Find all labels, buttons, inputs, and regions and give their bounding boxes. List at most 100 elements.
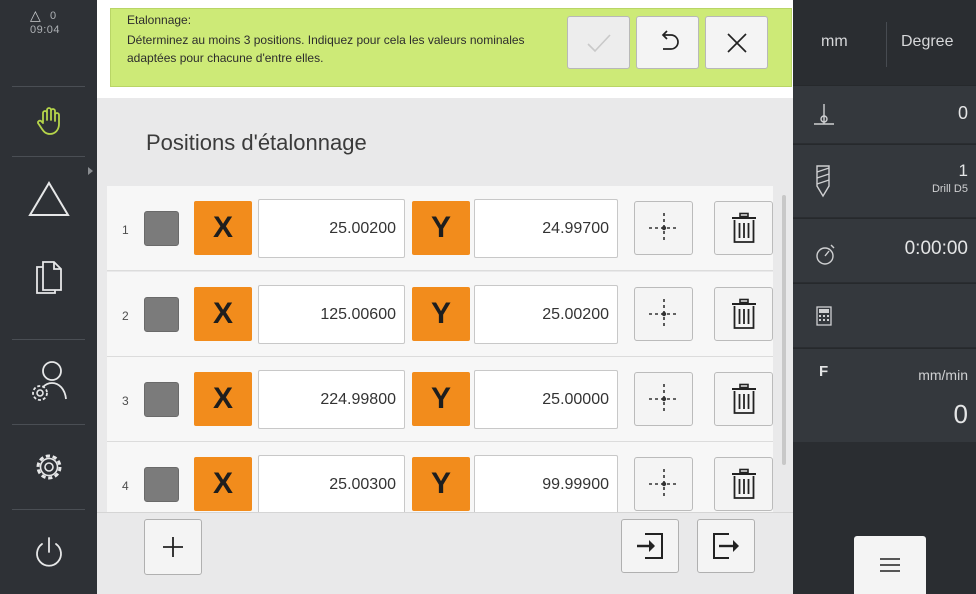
table-row: 1 X 25.00200 Y 24.99700 xyxy=(107,186,773,271)
row-checkbox[interactable] xyxy=(144,382,179,417)
capture-position-button[interactable] xyxy=(634,287,693,341)
axis-y-label: Y xyxy=(412,287,470,341)
axis-y-label: Y xyxy=(412,457,470,511)
confirm-button[interactable] xyxy=(567,16,630,69)
status-area[interactable]: △ 0 09:04 xyxy=(0,0,97,72)
bottom-toolbar xyxy=(97,512,793,594)
trash-icon xyxy=(731,383,756,414)
datum-value: 0 xyxy=(957,103,968,123)
crosshair-icon xyxy=(648,384,679,414)
delete-row-button[interactable] xyxy=(714,201,773,255)
user-settings-icon xyxy=(31,361,67,401)
delete-row-button[interactable] xyxy=(714,287,773,341)
row-number: 3 xyxy=(122,394,129,408)
unit-divider xyxy=(886,22,887,67)
stopwatch-icon xyxy=(816,244,835,265)
trash-icon xyxy=(731,298,756,329)
unit-selector[interactable]: mm Degree xyxy=(793,0,976,90)
sidebar-item-files[interactable] xyxy=(0,240,97,310)
expand-arrow-icon xyxy=(88,167,93,175)
export-icon xyxy=(713,533,739,559)
datum-row[interactable]: 0 xyxy=(793,85,976,143)
import-button[interactable] xyxy=(621,519,679,573)
axis-x-label: X xyxy=(194,201,252,255)
gear-icon xyxy=(36,454,61,480)
axis-x-label: X xyxy=(194,372,252,426)
angle-unit[interactable]: Degree xyxy=(901,33,953,51)
instruction-banner: Etalonnage: Déterminez au moins 3 positi… xyxy=(110,8,792,87)
hand-icon xyxy=(36,107,60,135)
clock-time: 09:04 xyxy=(30,24,61,36)
x-value-field[interactable]: 25.00200 xyxy=(258,199,405,258)
cancel-button[interactable] xyxy=(705,16,768,69)
status-panel: mm Degree 0 1 Drill D5 0:00:00 F mm/min … xyxy=(793,0,976,594)
table-row: 3 X 224.99800 Y 25.00000 xyxy=(107,357,773,442)
datum-icon xyxy=(814,104,834,125)
row-number: 2 xyxy=(122,309,129,323)
calculator-icon xyxy=(816,306,832,326)
instruction-message: Déterminez au moins 3 positions. Indique… xyxy=(127,33,525,65)
sidebar-item-measure[interactable] xyxy=(0,157,97,240)
x-value-field[interactable]: 224.99800 xyxy=(258,370,405,429)
power-icon xyxy=(35,537,62,567)
sidebar-item-user[interactable] xyxy=(0,340,97,424)
undo-button[interactable] xyxy=(636,16,699,69)
triangle-icon xyxy=(27,180,70,216)
drill-icon xyxy=(816,165,830,198)
row-number: 4 xyxy=(122,479,129,493)
delete-row-button[interactable] xyxy=(714,457,773,511)
delete-row-button[interactable] xyxy=(714,372,773,426)
hamburger-icon xyxy=(880,558,900,572)
crosshair-icon xyxy=(648,213,679,243)
row-checkbox[interactable] xyxy=(144,467,179,502)
crosshair-icon xyxy=(648,299,679,329)
timer-row[interactable]: 0:00:00 xyxy=(793,218,976,282)
axis-x-label: X xyxy=(194,457,252,511)
plus-icon xyxy=(163,537,183,557)
instruction-title: Etalonnage: xyxy=(127,13,192,27)
feed-value: 0 xyxy=(953,399,968,429)
table-row: 2 X 125.00600 Y 25.00200 xyxy=(107,272,773,357)
calculator-row[interactable] xyxy=(793,283,976,347)
feed-label: F xyxy=(819,363,829,380)
capture-position-button[interactable] xyxy=(634,372,693,426)
sidebar-item-settings[interactable] xyxy=(0,425,97,509)
axis-y-label: Y xyxy=(412,372,470,426)
x-value-field[interactable]: 125.00600 xyxy=(258,285,405,344)
y-value-field[interactable]: 25.00200 xyxy=(474,285,618,344)
document-icon xyxy=(35,261,62,294)
tool-name: Drill D5 xyxy=(931,183,968,195)
tool-number: 1 xyxy=(958,161,968,180)
tool-row[interactable]: 1 Drill D5 xyxy=(793,144,976,217)
y-value-field[interactable]: 99.99900 xyxy=(474,455,618,514)
sidebar-item-power[interactable] xyxy=(0,510,97,594)
import-icon xyxy=(637,533,663,559)
export-button[interactable] xyxy=(697,519,755,573)
row-number: 1 xyxy=(122,223,129,237)
crosshair-icon xyxy=(648,469,679,499)
timer-value: 0:00:00 xyxy=(904,238,968,259)
x-value-field[interactable]: 25.00300 xyxy=(258,455,405,514)
y-value-field[interactable]: 24.99700 xyxy=(474,199,618,258)
trash-icon xyxy=(731,468,756,499)
sidebar-item-manual-mode[interactable] xyxy=(0,86,97,156)
warning-count: 0 xyxy=(50,10,57,22)
trash-icon xyxy=(731,212,756,243)
axis-y-label: Y xyxy=(412,201,470,255)
left-sidebar: △ 0 09:04 xyxy=(0,0,97,594)
row-checkbox[interactable] xyxy=(144,211,179,246)
capture-position-button[interactable] xyxy=(634,457,693,511)
menu-button[interactable] xyxy=(854,536,926,594)
page-title: Positions d'étalonnage xyxy=(146,130,367,155)
add-position-button[interactable] xyxy=(144,519,202,575)
axis-x-label: X xyxy=(194,287,252,341)
feed-row[interactable]: F mm/min 0 xyxy=(793,348,976,442)
warning-triangle-icon: △ xyxy=(30,7,41,23)
capture-position-button[interactable] xyxy=(634,201,693,255)
list-scrollbar[interactable] xyxy=(782,195,786,465)
y-value-field[interactable]: 25.00000 xyxy=(474,370,618,429)
row-checkbox[interactable] xyxy=(144,297,179,332)
check-icon xyxy=(586,33,611,52)
undo-icon xyxy=(661,29,679,50)
linear-unit[interactable]: mm xyxy=(821,33,848,51)
